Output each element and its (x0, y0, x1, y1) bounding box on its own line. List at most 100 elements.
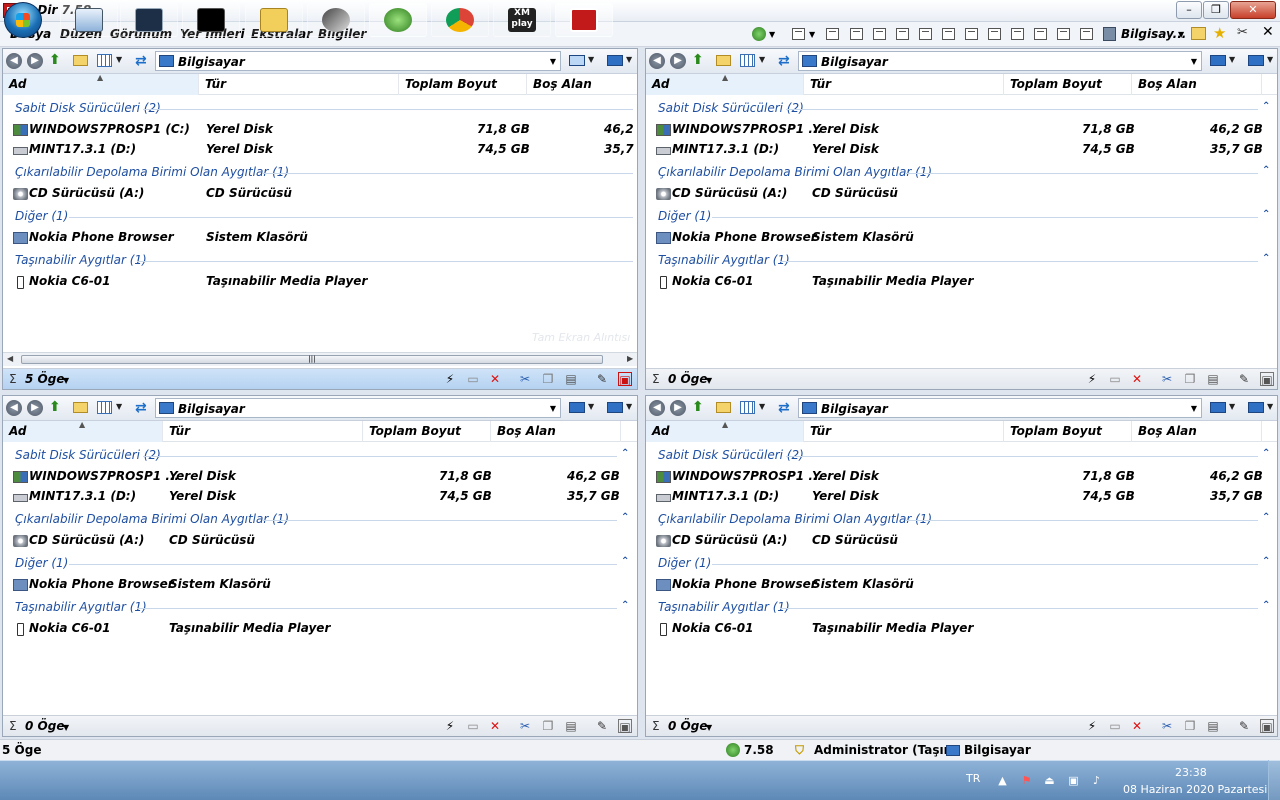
chevron-down-icon[interactable]: ▼ (1267, 55, 1273, 64)
group-header[interactable]: Diğer (1) ⌃ (3, 556, 637, 572)
clock-time[interactable]: 23:38 (1175, 766, 1207, 779)
collapse-chevron-icon[interactable]: ⌃ (1262, 101, 1270, 112)
collapse-chevron-icon[interactable]: ⌃ (1262, 512, 1270, 523)
back-arrow-icon[interactable]: ◀ (649, 53, 665, 69)
cut-icon[interactable]: ✂ (518, 372, 532, 386)
list-item[interactable]: CD Sürücüsü (A:) CD Sürücüsü (3, 185, 637, 203)
delete-icon[interactable]: ✕ (1130, 719, 1144, 733)
address-bar[interactable]: Bilgisayar ▼ (798, 51, 1202, 71)
list-item[interactable]: Nokia Phone Browser Sistem Klasörü (646, 229, 1277, 247)
back-arrow-icon[interactable]: ◀ (649, 400, 665, 416)
cut-icon[interactable]: ✂ (1160, 372, 1174, 386)
chevron-down-icon[interactable]: ▼ (759, 402, 765, 411)
rename-icon[interactable]: ▭ (1108, 719, 1122, 733)
chevron-down-icon[interactable]: ▼ (1191, 57, 1197, 66)
collapse-chevron-icon[interactable]: ⌃ (621, 600, 629, 611)
item-count[interactable]: 5 Öge (25, 372, 64, 386)
taskbar-qdir[interactable] (555, 3, 613, 37)
column-tur[interactable]: Tür (199, 74, 399, 95)
scroll-right-icon[interactable]: ▶ (627, 354, 633, 363)
chevron-down-icon[interactable]: ▼ (588, 55, 594, 64)
column-bos-alan[interactable]: Boş Alan (1132, 421, 1262, 442)
list-item[interactable]: Nokia C6-01 Taşınabilir Media Player (3, 273, 637, 291)
taskbar-qdir-globe[interactable] (369, 3, 427, 37)
view-mode-icon[interactable] (740, 401, 755, 414)
chevron-down-icon[interactable]: ▼ (63, 723, 69, 732)
copy-icon[interactable]: ❐ (1183, 719, 1197, 733)
delete-icon[interactable]: ✕ (488, 372, 502, 386)
paste-icon[interactable]: ▤ (564, 719, 578, 733)
layout-icon[interactable] (1011, 28, 1024, 40)
folder-icon[interactable] (73, 55, 88, 66)
globe-icon[interactable] (752, 27, 766, 41)
rename-icon[interactable]: ▭ (1108, 372, 1122, 386)
taskbar-explorer[interactable] (60, 3, 118, 37)
monitor-icon[interactable] (607, 55, 623, 66)
group-header[interactable]: Taşınabilir Aygıtlar (1) ⌃ (646, 600, 1277, 616)
address-bar[interactable]: Bilgisayar ▼ (798, 398, 1202, 418)
group-header[interactable]: Sabit Disk Sürücüleri (2) ⌃ (646, 448, 1277, 464)
list-item[interactable]: MINT17.3.1 (D:) Yerel Disk 74,5 GB 35,7 … (646, 141, 1277, 159)
taskbar-app[interactable] (307, 3, 365, 37)
cut-icon[interactable]: ✂ (518, 719, 532, 733)
collapse-chevron-icon[interactable]: ⌃ (1262, 165, 1270, 176)
monitor-icon[interactable] (1248, 55, 1264, 66)
column-tur[interactable]: Tür (804, 74, 1004, 95)
edit-icon[interactable]: ✎ (1237, 719, 1251, 733)
group-header[interactable]: Sabit Disk Sürücüleri (2) (3, 101, 637, 117)
group-header[interactable]: Sabit Disk Sürücüleri (2) ⌃ (646, 101, 1277, 117)
cut-icon[interactable]: ✂ (1160, 719, 1174, 733)
show-desktop-button[interactable] (1268, 760, 1280, 800)
up-folder-icon[interactable]: ⬆ (49, 400, 64, 415)
list-item[interactable]: Nokia C6-01 Taşınabilir Media Player (3, 620, 637, 638)
taskbar-xmplay[interactable]: XM play (493, 3, 551, 37)
group-header[interactable]: Taşınabilir Aygıtlar (1) ⌃ (646, 253, 1277, 269)
tools-icon[interactable]: ✂ (1237, 25, 1248, 40)
edit-icon[interactable]: ✎ (595, 719, 609, 733)
refresh-icon[interactable]: ⇄ (135, 53, 147, 69)
list-item[interactable]: WINDOWS7PROSP1 ... Yerel Disk 71,8 GB 46… (646, 468, 1277, 486)
refresh-icon[interactable]: ⇄ (135, 400, 147, 416)
group-header[interactable]: Taşınabilir Aygıtlar (1) (3, 253, 637, 269)
forward-arrow-icon[interactable]: ▶ (27, 53, 43, 69)
close-button[interactable]: ✕ (1230, 1, 1276, 19)
layout-icon[interactable] (873, 28, 886, 40)
action-center-icon[interactable]: ⚑ (1020, 774, 1033, 787)
back-arrow-icon[interactable]: ◀ (6, 400, 22, 416)
pane-bottom-right[interactable]: ◀ ▶ ⬆ ▼ ⇄ Bilgisayar ▼ ▼ ▼ Ad Tür Toplam… (645, 395, 1278, 737)
chevron-down-icon[interactable]: ▼ (63, 376, 69, 385)
delete-icon[interactable]: ✕ (1130, 372, 1144, 386)
layout-icon[interactable] (942, 28, 955, 40)
chevron-down-icon[interactable]: ▼ (550, 404, 556, 413)
monitor-icon[interactable] (1210, 402, 1226, 413)
list-item[interactable]: MINT17.3.1 (D:) Yerel Disk 74,5 GB 35,7 … (646, 488, 1277, 506)
forward-arrow-icon[interactable]: ▶ (27, 400, 43, 416)
chevron-down-icon[interactable]: ▼ (626, 402, 632, 411)
collapse-chevron-icon[interactable]: ⌃ (621, 556, 629, 567)
lightning-icon[interactable]: ⚡ (1085, 719, 1099, 733)
layout-icon[interactable] (896, 28, 909, 40)
properties-icon[interactable]: ▣ (618, 719, 632, 734)
list-item[interactable]: Nokia Phone Browser Sistem Klasörü (646, 576, 1277, 594)
group-header[interactable]: Çıkarılabilir Depolama Birimi Olan Aygıt… (3, 165, 637, 181)
collapse-chevron-icon[interactable]: ⌃ (1262, 556, 1270, 567)
monitor-icon[interactable] (1210, 55, 1226, 66)
column-tur[interactable]: Tür (163, 421, 363, 442)
lightning-icon[interactable]: ⚡ (443, 372, 457, 386)
item-count[interactable]: 0 Öge (668, 719, 707, 733)
collapse-chevron-icon[interactable]: ⌃ (1262, 448, 1270, 459)
address-bar[interactable]: Bilgisayar ▼ (155, 51, 561, 71)
column-toplam-boyut[interactable]: Toplam Boyut (1004, 74, 1132, 95)
chevron-down-icon[interactable]: ▼ (1178, 30, 1184, 39)
close-menu-icon[interactable]: ✕ (1262, 24, 1274, 40)
refresh-icon[interactable]: ⇄ (778, 53, 790, 69)
up-folder-icon[interactable]: ⬆ (692, 53, 707, 68)
view-mode-icon[interactable] (97, 401, 112, 414)
maximize-button[interactable]: ❐ (1203, 1, 1229, 19)
column-bos-alan[interactable]: Boş Alan (527, 74, 637, 95)
group-header[interactable]: Sabit Disk Sürücüleri (2) ⌃ (3, 448, 637, 464)
chevron-down-icon[interactable]: ▼ (809, 30, 815, 39)
column-bos-alan[interactable]: Boş Alan (491, 421, 621, 442)
folder-icon[interactable] (73, 402, 88, 413)
forward-arrow-icon[interactable]: ▶ (670, 53, 686, 69)
